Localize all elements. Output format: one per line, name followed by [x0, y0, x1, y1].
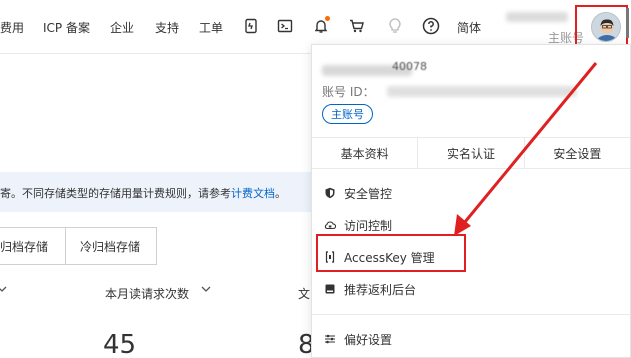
cold-archive-storage-tab[interactable]: 冷归档存储 — [65, 227, 157, 265]
nav-ticket[interactable]: 工单 — [199, 19, 223, 36]
storage-type-group: 归档存储 冷归档存储 — [0, 227, 157, 265]
account-id-blurred — [387, 86, 577, 97]
cart-icon[interactable] — [346, 15, 368, 37]
menu-preferences[interactable]: 偏好设置 — [312, 325, 630, 353]
archive-storage-tab[interactable]: 归档存储 — [0, 227, 66, 265]
lightbulb-icon[interactable] — [384, 15, 406, 37]
user-id-tail: 40078 — [392, 60, 427, 73]
menu-divider — [312, 314, 630, 315]
profile-tabs: 基本资料 实名认证 安全设置 — [312, 137, 630, 169]
tab-security-settings[interactable]: 安全设置 — [525, 138, 630, 168]
bell-icon[interactable] — [310, 15, 332, 37]
main-account-badge: 主账号 — [322, 104, 373, 124]
app-icon[interactable] — [240, 15, 262, 37]
stat-label-partial: 文 — [298, 287, 311, 301]
username-blurred — [506, 12, 568, 22]
nav-billing[interactable]: 费用 — [0, 19, 24, 36]
shield-icon — [324, 187, 336, 199]
menu-referral-backend[interactable]: 推荐返利后台 — [312, 275, 630, 303]
nav-icp[interactable]: ICP 备案 — [43, 19, 90, 36]
card-icon — [324, 283, 336, 295]
tab-real-name[interactable]: 实名认证 — [418, 138, 525, 168]
cloud-lock-icon — [324, 219, 336, 231]
notice-text: 寄。不同存储类型的存储用量计费规则，请参考计费文档。 — [0, 187, 286, 200]
chevron-down-icon[interactable] — [200, 283, 212, 295]
nav-enterprise[interactable]: 企业 — [110, 19, 134, 36]
chevron-down-icon[interactable] — [0, 283, 8, 295]
notification-dot — [325, 16, 330, 21]
account-dropdown: 40078 账号 ID： 主账号 基本资料 实名认证 安全设置 安全管控 访问控… — [311, 44, 631, 358]
help-icon[interactable] — [420, 15, 442, 37]
menu-security-control[interactable]: 安全管控 — [312, 179, 630, 207]
accesskey-highlight-box — [316, 234, 466, 272]
sliders-icon — [324, 333, 336, 345]
tab-basic-info[interactable]: 基本资料 — [312, 138, 419, 168]
terminal-icon[interactable] — [274, 15, 296, 37]
stat-value-read-requests: 45 — [103, 330, 137, 358]
nav-support[interactable]: 支持 — [155, 19, 179, 36]
scrollbar-edge — [626, 8, 629, 38]
language-switch[interactable]: 简体 — [457, 19, 481, 36]
stat-label-read-requests: 本月读请求次数 — [105, 287, 190, 301]
billing-doc-link[interactable]: 计费文档 — [231, 187, 275, 200]
account-id-label: 账号 ID： — [322, 85, 375, 99]
